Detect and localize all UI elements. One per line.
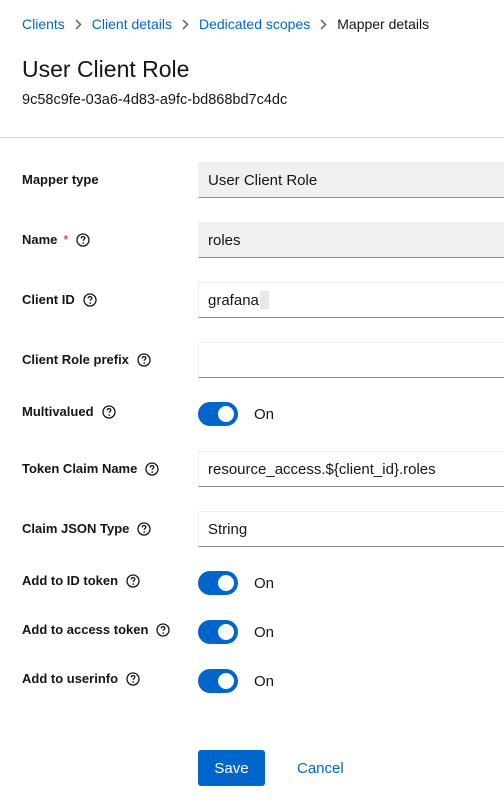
page-title: User Client Role	[22, 56, 190, 82]
help-circle-icon[interactable]	[156, 622, 171, 637]
add-to-id-token-state: On	[254, 574, 275, 592]
add-to-id-token-label-text: Add to ID token	[22, 573, 119, 588]
mapper-id: 9c58c9fe-03a6-4d83-a9fc-bd868bd7c4dc	[22, 92, 288, 108]
help-circle-icon[interactable]	[83, 292, 97, 307]
client-id-value: grafana	[208, 291, 259, 309]
help-circle-icon[interactable]	[126, 671, 140, 686]
client-role-prefix-input[interactable]	[198, 342, 504, 378]
multivalued-state: On	[254, 405, 275, 423]
toggle-knob	[218, 673, 234, 689]
chevron-right-icon	[75, 18, 82, 30]
claim-json-type-label: Claim JSON Type	[22, 521, 152, 536]
breadcrumb-dedicated-scopes-link[interactable]: Dedicated scopes	[199, 16, 310, 32]
help-circle-icon[interactable]	[145, 461, 160, 476]
required-indicator: *	[63, 232, 69, 247]
add-to-access-token-label: Add to access token	[22, 622, 171, 637]
help-circle-icon[interactable]	[126, 573, 140, 588]
client-id-label-text: Client ID	[22, 292, 75, 307]
name-field: roles	[198, 222, 504, 258]
client-id-label: Client ID	[22, 292, 97, 307]
client-role-prefix-label: Client Role prefix	[22, 352, 151, 367]
breadcrumb-client-details-link[interactable]: Client details	[92, 16, 172, 32]
toggle-track	[198, 402, 238, 426]
add-to-access-token-label-text: Add to access token	[22, 622, 149, 637]
add-to-access-token-state: On	[254, 623, 275, 641]
mapper-type-label: Mapper type	[22, 172, 99, 187]
toggle-track	[198, 620, 238, 644]
save-button[interactable]: Save	[198, 750, 265, 786]
breadcrumb: Clients Client details Dedicated scopes …	[22, 16, 429, 32]
toggle-track	[198, 669, 238, 693]
help-circle-icon[interactable]	[76, 232, 91, 247]
claim-json-type-label-text: Claim JSON Type	[22, 521, 130, 536]
text-cursor	[259, 291, 269, 309]
chevron-right-icon	[320, 18, 327, 30]
breadcrumb-clients-link[interactable]: Clients	[22, 16, 65, 32]
add-to-userinfo-toggle[interactable]: On	[198, 669, 274, 693]
help-circle-icon[interactable]	[101, 404, 116, 419]
token-claim-name-input[interactable]: resource_access.${client_id}.roles	[198, 451, 504, 487]
multivalued-label-text: Multivalued	[22, 404, 94, 419]
toggle-track	[198, 571, 238, 595]
client-role-prefix-label-text: Client Role prefix	[22, 352, 129, 367]
header-divider	[0, 137, 504, 138]
multivalued-label: Multivalued	[22, 404, 116, 419]
mapper-type-label-text: Mapper type	[22, 172, 99, 187]
chevron-right-icon	[182, 18, 189, 30]
toggle-knob	[218, 575, 234, 591]
add-to-id-token-label: Add to ID token	[22, 573, 140, 588]
cancel-button[interactable]: Cancel	[297, 750, 344, 786]
help-circle-icon[interactable]	[137, 521, 152, 536]
add-to-userinfo-label: Add to userinfo	[22, 671, 140, 686]
client-id-input[interactable]: grafana	[198, 282, 504, 318]
claim-json-type-select[interactable]: String	[198, 511, 504, 547]
mapper-type-field: User Client Role	[198, 162, 504, 198]
multivalued-toggle[interactable]: On	[198, 402, 274, 426]
breadcrumb-current: Mapper details	[337, 16, 430, 32]
toggle-knob	[218, 624, 234, 640]
add-to-userinfo-label-text: Add to userinfo	[22, 671, 119, 686]
toggle-knob	[218, 406, 234, 422]
name-label: Name *	[22, 232, 91, 247]
token-claim-name-label: Token Claim Name	[22, 461, 160, 476]
add-to-id-token-toggle[interactable]: On	[198, 571, 274, 595]
help-circle-icon[interactable]	[137, 352, 151, 367]
token-claim-name-label-text: Token Claim Name	[22, 461, 138, 476]
add-to-access-token-toggle[interactable]: On	[198, 620, 274, 644]
add-to-userinfo-state: On	[254, 672, 275, 690]
name-label-text: Name	[22, 232, 58, 247]
